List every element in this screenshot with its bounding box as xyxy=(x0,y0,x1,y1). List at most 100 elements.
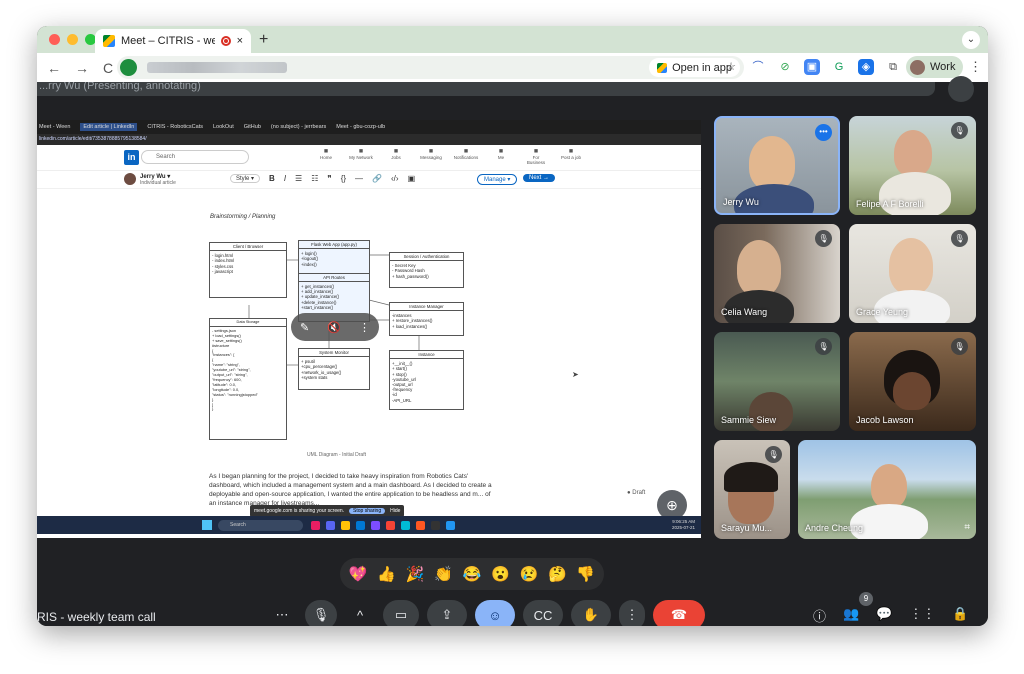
share-notice-text: meet.google.com is sharing your screen. xyxy=(254,508,345,514)
author-name: Jerry Wu ▾ xyxy=(140,174,171,180)
reaction-heart-button[interactable]: 💖 xyxy=(349,565,368,583)
reload-icon[interactable]: C xyxy=(103,60,113,76)
shared-address-bar: linkedin.com/article/edit/73538788857951… xyxy=(37,134,701,145)
more-options-icon[interactable]: ••• xyxy=(815,124,832,141)
reaction-laugh-button[interactable]: 😂 xyxy=(463,565,482,583)
taskbar-search: Search xyxy=(218,519,303,531)
site-info-icon[interactable] xyxy=(120,59,137,76)
link-icon: 🔗 xyxy=(372,174,383,183)
reaction-sad-button[interactable]: 😢 xyxy=(520,565,539,583)
chat-icon[interactable]: 💬 xyxy=(876,606,892,625)
participant-name: Sarayu Mu... xyxy=(721,523,773,533)
more-icon[interactable]: ⋮ xyxy=(359,321,370,334)
mute-icon[interactable]: 🔇 xyxy=(327,321,341,334)
reaction-party-button[interactable]: 🎉 xyxy=(406,565,425,583)
extension-docs-icon[interactable]: ▣ xyxy=(804,59,820,75)
camera-button[interactable]: ▭ xyxy=(383,600,419,626)
participant-tile[interactable]: 🎙 Felipe A F Borelli xyxy=(849,116,976,215)
reaction-surprised-button[interactable]: 😮 xyxy=(491,565,510,583)
participant-tile[interactable]: ••• Jerry Wu xyxy=(714,116,840,215)
raise-hand-button[interactable]: ✋ xyxy=(571,600,611,626)
participant-tile[interactable]: 🎙 Sarayu Mu... xyxy=(714,440,790,539)
profile-button[interactable]: Work xyxy=(906,56,964,78)
reaction-thumbs-down-button[interactable]: 👎 xyxy=(576,565,595,583)
mic-off-icon: 🎙 xyxy=(951,230,968,247)
captions-button[interactable]: CC xyxy=(523,600,563,626)
taskbar-app-icon xyxy=(401,520,410,530)
tab-close-icon[interactable]: × xyxy=(237,35,243,47)
participant-video xyxy=(749,136,795,190)
participant-video xyxy=(749,392,793,431)
article-paragraph: As I began planning for the project, I d… xyxy=(209,473,492,507)
pen-off-icon[interactable]: ✎ xyxy=(300,321,309,334)
diagram-caption: UML Diagram - Initial Draft xyxy=(307,452,366,458)
present-button[interactable]: ⇪ xyxy=(427,600,467,626)
reaction-clap-button[interactable]: 👏 xyxy=(434,565,453,583)
people-icon[interactable]: 👥 xyxy=(843,606,859,625)
participant-name: Andre Cheung xyxy=(805,523,864,533)
participant-name: Felipe A F Borelli xyxy=(856,199,924,209)
participant-tile[interactable]: 🎙 Jacob Lawson xyxy=(849,332,976,431)
more-options-button[interactable]: ⋮ xyxy=(619,600,645,626)
new-tab-button[interactable]: + xyxy=(259,31,268,49)
participant-tile[interactable]: 🎙 Sammie Siew xyxy=(714,332,840,431)
reaction-thinking-button[interactable]: 🤔 xyxy=(548,565,567,583)
manage-button: Manage ▾ xyxy=(477,174,518,185)
shared-tab: Meet - Ween xyxy=(39,124,71,130)
participant-name: Jacob Lawson xyxy=(856,415,914,425)
back-icon[interactable]: ← xyxy=(47,60,61,76)
ln-nav-item: Me xyxy=(488,148,514,165)
browser-menu-icon[interactable]: ⋮ xyxy=(969,59,982,75)
uml-system-monitor: System Monitor + psutil +cpu_percentage(… xyxy=(298,348,370,390)
tab-meet[interactable]: Meet – CITRIS - weekly te × xyxy=(95,29,251,53)
activities-icon[interactable]: ⋮⋮ xyxy=(909,606,935,625)
mic-off-icon: 🎙 xyxy=(815,230,832,247)
leave-call-button[interactable]: ☎ xyxy=(653,600,705,626)
stop-sharing-button: Stop sharing xyxy=(349,508,386,514)
shared-tab: CITRIS - RoboticsCats xyxy=(147,124,203,130)
extensions-puzzle-icon[interactable]: ⧉ xyxy=(885,59,901,75)
video-settings-chevron-icon[interactable]: ^ xyxy=(345,600,375,626)
shared-browser-tabs: Meet - Ween Edit article | LinkedIn CITR… xyxy=(37,120,701,134)
call-controls: ⋯ 🎙 ^ ▭ ⇪ ☺ CC ✋ ⋮ ☎ xyxy=(267,600,705,626)
windows-taskbar: Search 9:06:25 AM 2025-07-21 xyxy=(37,516,701,534)
author-sub: Individual article xyxy=(140,180,176,186)
hide-button: Hide xyxy=(390,508,401,514)
linkedin-nav: Home My Network Jobs Messaging Notificat… xyxy=(313,148,584,165)
address-bar[interactable]: Open in app xyxy=(117,56,744,79)
uml-line: + hash_password() xyxy=(392,273,429,279)
tab-search-button[interactable]: ⌄ xyxy=(962,31,980,49)
uml-instance-manager: Instance Manager -instances + restore_in… xyxy=(389,302,464,336)
forward-icon[interactable]: → xyxy=(75,60,89,76)
uml-flask: Flask Web App (app.py) + login() +logout… xyxy=(298,240,370,322)
extension-grammar-icon[interactable]: G xyxy=(831,59,847,75)
taskbar-app-icon xyxy=(341,520,350,530)
reactions-button[interactable]: ☺ xyxy=(475,600,515,626)
minimize-window-button[interactable] xyxy=(67,34,78,45)
crop-icon[interactable]: ⌗ xyxy=(964,522,970,533)
ln-nav-item: My Network xyxy=(348,148,374,165)
mic-off-icon: 🎙 xyxy=(765,446,782,463)
mic-button[interactable]: 🎙 xyxy=(305,600,337,626)
bookmark-star-icon[interactable]: ☆ xyxy=(723,59,739,75)
ln-nav-item: Home xyxy=(313,148,339,165)
participant-tile[interactable]: 🎙 Celia Wang xyxy=(714,224,840,323)
host-controls-icon[interactable]: 🔒 xyxy=(952,606,968,625)
extension-box-icon[interactable]: ◈ xyxy=(858,59,874,75)
ln-nav-item: Notifications xyxy=(453,148,479,165)
shared-tab: (no subject) - jerrbears xyxy=(270,124,327,130)
participant-tile[interactable]: Andre Cheung ⌗ xyxy=(798,440,976,539)
uml-title: Flask Web App (app.py) xyxy=(299,241,369,250)
uml-title: Instance Manager xyxy=(390,303,463,312)
reaction-thumbs-up-button[interactable]: 👍 xyxy=(377,565,396,583)
extension-leaf-icon[interactable]: ⊘ xyxy=(777,59,793,75)
floating-presenter-controls[interactable]: ✎ 🔇 ⋮ xyxy=(291,313,379,341)
participant-tile[interactable]: 🎙 Grace Yeung xyxy=(849,224,976,323)
close-window-button[interactable] xyxy=(49,34,60,45)
annotate-button[interactable] xyxy=(948,76,974,102)
info-icon[interactable]: ⓘ xyxy=(813,606,826,625)
audio-settings-button[interactable]: ⋯ xyxy=(267,600,297,626)
avatar xyxy=(910,59,925,75)
extension-arc-icon[interactable]: ⌒ xyxy=(750,59,766,75)
nav-buttons: ← → C xyxy=(47,60,113,76)
